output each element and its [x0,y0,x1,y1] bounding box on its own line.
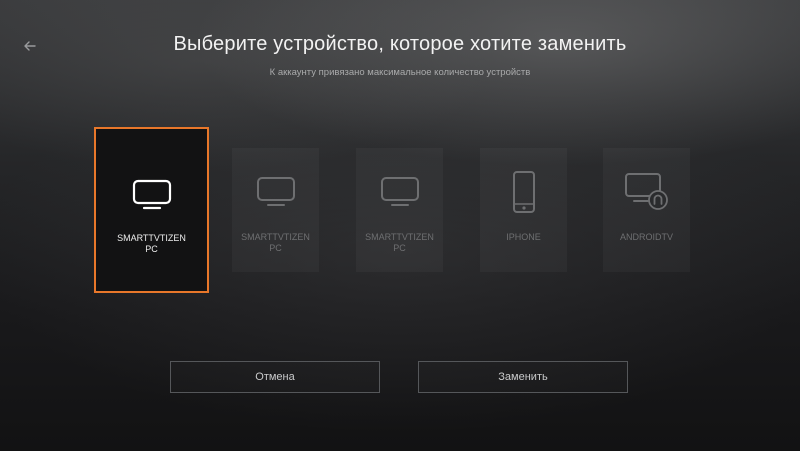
replace-button[interactable]: Заменить [418,361,628,393]
phone-icon [512,171,535,213]
device-replace-screen: Выберите устройство, которое хотите заме… [0,0,800,451]
android-tv-icon [624,173,668,210]
device-label: ANDROIDTV [619,232,673,242]
device-card-5[interactable]: ANDROIDTV [603,148,690,272]
tv-icon [132,179,171,210]
page-subtitle: К аккаунту привязано максимальное количе… [269,67,531,78]
device-label: SMARTTVTIZEN PC [241,232,310,253]
device-card-2[interactable]: SMARTTVTIZEN PC [232,148,319,272]
device-label: IPHONE [506,232,541,242]
page-title: Выберите устройство, которое хотите заме… [173,33,627,55]
device-card-4[interactable]: IPHONE [480,148,567,272]
device-card-1[interactable]: SMARTTVTIZEN PC [94,127,209,293]
cancel-button[interactable]: Отмена [170,361,380,393]
device-card-3[interactable]: SMARTTVTIZEN PC [356,148,443,272]
tv-icon [256,177,295,206]
tv-icon [380,177,419,206]
device-label: SMARTTVTIZEN PC [117,233,186,254]
device-label: SMARTTVTIZEN PC [365,232,434,253]
